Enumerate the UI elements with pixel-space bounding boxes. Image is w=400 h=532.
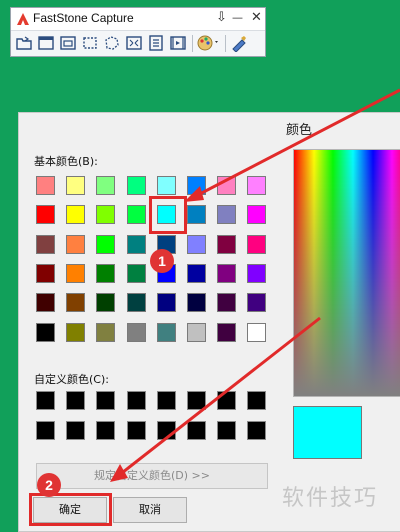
- faststone-title: FastStone Capture: [33, 11, 134, 25]
- faststone-logo-icon: [17, 13, 29, 25]
- color-dialog: 颜色 基本颜色(B): 自定义颜色(C): 规定自定义颜色(D) >> 确定 取…: [18, 112, 400, 532]
- faststone-titlebar[interactable]: FastStone Capture ⇩ — ✕: [11, 8, 265, 31]
- custom-color-swatch[interactable]: [156, 421, 176, 440]
- basic-color-swatch[interactable]: [66, 322, 86, 342]
- highlight-selected-swatch: [149, 196, 187, 234]
- color-picker-icon[interactable]: [197, 34, 221, 52]
- highlight-ok-button: [29, 493, 112, 526]
- open-folder-icon[interactable]: [15, 34, 33, 52]
- custom-color-swatch[interactable]: [126, 421, 146, 440]
- basic-color-swatch[interactable]: [187, 293, 206, 313]
- capture-rect-icon[interactable]: [81, 34, 99, 52]
- custom-color-swatch[interactable]: [36, 421, 55, 440]
- basic-color-swatch[interactable]: [217, 322, 237, 342]
- custom-color-swatch[interactable]: [217, 391, 237, 410]
- basic-color-swatch[interactable]: [217, 205, 237, 225]
- basic-color-swatch[interactable]: [217, 176, 237, 195]
- basic-color-swatch[interactable]: [217, 293, 237, 313]
- basic-color-swatch[interactable]: [126, 234, 146, 254]
- custom-color-swatch[interactable]: [187, 391, 206, 410]
- capture-object-icon[interactable]: [59, 34, 77, 52]
- custom-color-swatch[interactable]: [66, 391, 86, 410]
- basic-color-swatch[interactable]: [96, 205, 116, 225]
- basic-color-swatch[interactable]: [187, 176, 206, 195]
- screen-recorder-icon[interactable]: [169, 34, 187, 52]
- basic-color-swatch[interactable]: [96, 293, 116, 313]
- basic-color-swatch[interactable]: [66, 263, 86, 283]
- basic-color-swatch[interactable]: [66, 234, 86, 254]
- basic-color-swatch[interactable]: [247, 176, 267, 195]
- custom-color-swatch[interactable]: [247, 391, 267, 410]
- toolbar-separator: [192, 35, 193, 52]
- basic-color-swatch[interactable]: [156, 322, 176, 342]
- basic-color-swatch[interactable]: [36, 263, 55, 283]
- custom-color-swatch[interactable]: [187, 421, 206, 440]
- settings-icon[interactable]: [230, 34, 248, 52]
- custom-color-swatch[interactable]: [126, 391, 146, 410]
- basic-color-swatch[interactable]: [247, 234, 267, 254]
- basic-color-swatch[interactable]: [36, 176, 55, 195]
- basic-color-swatch[interactable]: [66, 176, 86, 195]
- basic-color-swatch[interactable]: [126, 176, 146, 195]
- minimize-button[interactable]: —: [232, 9, 243, 27]
- basic-color-swatch[interactable]: [66, 293, 86, 313]
- basic-color-swatch[interactable]: [126, 322, 146, 342]
- basic-color-swatch[interactable]: [247, 263, 267, 283]
- capture-scrolling-icon[interactable]: [147, 34, 165, 52]
- basic-color-swatch[interactable]: [217, 234, 237, 254]
- define-custom-colors-button[interactable]: 规定自定义颜色(D) >>: [36, 463, 268, 489]
- custom-color-swatch[interactable]: [36, 391, 55, 410]
- basic-color-swatch[interactable]: [36, 293, 55, 313]
- step-2-badge: 2: [37, 473, 61, 497]
- custom-color-swatch[interactable]: [156, 391, 176, 410]
- custom-colors-label: 自定义颜色(C):: [34, 373, 109, 386]
- dialog-title: 颜色: [286, 123, 313, 138]
- capture-fullscreen-icon[interactable]: [125, 34, 143, 52]
- basic-color-swatch[interactable]: [66, 205, 86, 225]
- basic-color-swatch[interactable]: [217, 263, 237, 283]
- pin-icon[interactable]: ⇩: [216, 9, 227, 27]
- basic-colors-label: 基本颜色(B):: [34, 155, 98, 168]
- basic-color-swatch[interactable]: [96, 322, 116, 342]
- basic-color-swatch[interactable]: [187, 234, 206, 254]
- close-button[interactable]: ✕: [251, 9, 262, 27]
- capture-window-icon[interactable]: [37, 34, 55, 52]
- basic-color-swatch[interactable]: [156, 293, 176, 313]
- basic-color-swatch[interactable]: [36, 234, 55, 254]
- watermark: 软件技巧: [282, 486, 379, 511]
- basic-color-swatch[interactable]: [187, 322, 206, 342]
- cancel-button[interactable]: 取消: [113, 497, 187, 523]
- faststone-window: FastStone Capture ⇩ — ✕: [10, 7, 266, 57]
- basic-color-swatch[interactable]: [126, 293, 146, 313]
- color-preview: [293, 406, 362, 459]
- basic-color-swatch[interactable]: [247, 293, 267, 313]
- custom-color-swatch[interactable]: [66, 421, 86, 440]
- custom-color-swatch[interactable]: [96, 421, 116, 440]
- basic-color-swatch[interactable]: [96, 263, 116, 283]
- color-spectrum[interactable]: [293, 149, 400, 397]
- basic-color-swatch[interactable]: [36, 205, 55, 225]
- basic-color-swatch[interactable]: [187, 263, 206, 283]
- basic-color-swatch[interactable]: [96, 234, 116, 254]
- step-1-badge: 1: [150, 249, 174, 273]
- custom-color-swatch[interactable]: [96, 391, 116, 410]
- basic-color-swatch[interactable]: [247, 322, 267, 342]
- toolbar-separator-2: [225, 35, 226, 52]
- basic-color-swatch[interactable]: [247, 205, 267, 225]
- basic-color-swatch[interactable]: [96, 176, 116, 195]
- basic-color-swatch[interactable]: [36, 322, 55, 342]
- basic-color-swatch[interactable]: [126, 205, 146, 225]
- basic-color-swatch[interactable]: [156, 176, 176, 195]
- basic-color-swatch[interactable]: [187, 205, 206, 225]
- capture-freehand-icon[interactable]: [103, 34, 121, 52]
- custom-color-swatch[interactable]: [217, 421, 237, 440]
- custom-color-swatch[interactable]: [247, 421, 267, 440]
- basic-color-swatch[interactable]: [126, 263, 146, 283]
